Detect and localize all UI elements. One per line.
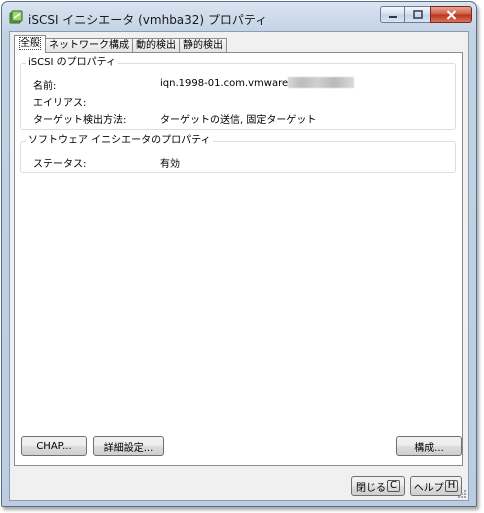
tab-static-discovery[interactable]: 静的検出 [179,38,227,53]
minimize-button[interactable] [380,6,405,23]
title-bar[interactable]: iSCSI イニシエータ (vmhba32) プロパティ [2,2,476,32]
redacted-region [288,77,355,88]
iscsi-properties-legend: iSCSI のプロパティ [26,57,118,69]
close-button-label: 閉じる [356,482,386,494]
configure-button-label: 構成... [414,442,444,454]
software-initiator-legend: ソフトウェア イニシエータのプロパティ [26,135,213,147]
properties-dialog: iSCSI イニシエータ (vmhba32) プロパティ 全般 ネットワーク構成… [1,1,477,507]
name-label: 名前: [33,81,57,92]
name-value: iqn.1998-01.com.vmware [160,77,355,89]
close-icon [446,9,456,20]
name-value-text: iqn.1998-01.com.vmware [160,78,289,89]
status-label: ステータス: [33,159,87,170]
window-title: iSCSI イニシエータ (vmhba32) プロパティ [28,13,268,27]
resize-grip-icon[interactable] [455,487,467,499]
configure-button[interactable]: 構成... [396,436,462,456]
advanced-settings-button-label: 詳細設定... [103,442,154,454]
caption-buttons [380,6,472,25]
alias-label: エイリアス: [33,98,87,109]
software-initiator-group: ソフトウェア イニシエータのプロパティ ステータス: 有効 [20,135,456,173]
status-value: 有効 [160,159,180,170]
discovery-method-value: ターゲットの送信, 固定ターゲット [160,115,317,126]
general-tab-panel: iSCSI のプロパティ 名前: iqn.1998-01.com.vmware … [14,52,463,466]
chap-button[interactable]: CHAP... [21,436,87,456]
help-button-label: ヘルプ [413,482,444,494]
minimize-icon [388,15,397,18]
tab-dynamic-discovery-label: 動的検出 [136,40,176,51]
iscsi-properties-group: iSCSI のプロパティ 名前: iqn.1998-01.com.vmware … [20,57,456,130]
maximize-button[interactable] [405,6,430,23]
chap-button-label: CHAP... [36,440,72,452]
close-window-button[interactable] [430,6,472,23]
tab-dynamic-discovery[interactable]: 動的検出 [132,38,180,53]
close-access-key: C [387,480,400,492]
tab-network-config-label: ネットワーク構成 [49,40,129,51]
advanced-settings-button[interactable]: 詳細設定... [93,436,164,456]
tab-general-label: 全般 [19,37,41,50]
discovery-method-label: ターゲット検出方法: [33,115,127,126]
dialog-body: 全般 ネットワーク構成 動的検出 静的検出 iSCSI のプロパティ 名前: i… [9,31,469,501]
tab-strip: 全般 ネットワーク構成 動的検出 静的検出 [14,35,227,53]
tab-general[interactable]: 全般 [14,35,46,53]
maximize-icon [412,10,423,19]
tab-static-discovery-label: 静的検出 [183,40,223,51]
iscsi-adapter-icon [9,10,23,24]
tab-network-config[interactable]: ネットワーク構成 [45,38,133,53]
close-dialog-button[interactable]: 閉じる C [351,476,405,496]
